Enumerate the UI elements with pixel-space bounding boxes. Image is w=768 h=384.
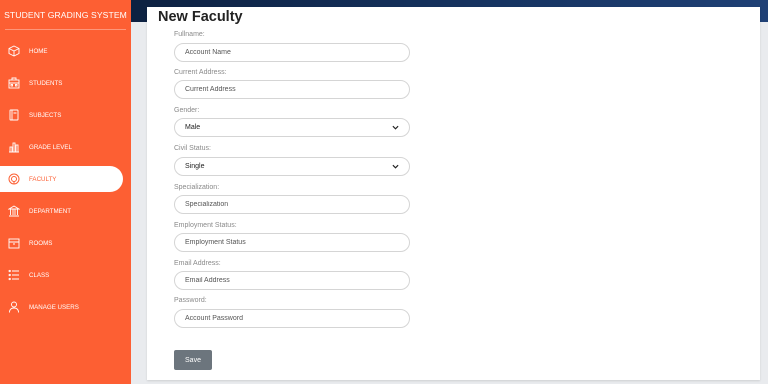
civil-status-label: Civil Status: — [174, 145, 211, 152]
chevron-down-icon — [392, 164, 399, 169]
box-icon — [7, 237, 20, 250]
sidebar-item-label: GRADE LEVEL — [29, 143, 72, 151]
sidebar-item-subjects[interactable]: SUBJECTS — [0, 102, 131, 128]
sidebar-item-students[interactable]: STUDENTS — [0, 70, 131, 96]
fullname-input[interactable] — [174, 43, 410, 62]
address-label: Current Address: — [174, 69, 227, 76]
sidebar-item-label: HOME — [29, 47, 48, 55]
book-icon — [7, 109, 20, 122]
employment-status-input[interactable] — [174, 233, 410, 252]
sidebar-item-grade-level[interactable]: GRADE LEVEL — [0, 134, 131, 160]
sidebar-item-rooms[interactable]: ROOMS — [0, 230, 131, 256]
user-icon — [7, 301, 20, 314]
sidebar-item-label: DEPARTMENT — [29, 207, 72, 215]
sidebar-item-class[interactable]: CLASS — [0, 262, 131, 288]
students-icon — [7, 77, 20, 90]
bar-chart-icon — [7, 141, 20, 154]
sidebar-nav: HOME STUDENTS SUBJECTS GRADE LEVEL FACUL… — [0, 38, 131, 320]
sidebar: STUDENT GRADING SYSTEM HOME STUDENTS SUB… — [0, 0, 131, 384]
civil-status-select[interactable]: Single — [174, 157, 410, 176]
gender-label: Gender: — [174, 107, 200, 114]
new-faculty-form: New Faculty Fullname: Current Address: G… — [147, 7, 760, 380]
sidebar-item-label: STUDENTS — [29, 79, 63, 87]
specialization-label: Specialization: — [174, 184, 220, 191]
sidebar-item-label: ROOMS — [29, 239, 53, 247]
save-button[interactable]: Save — [174, 350, 212, 370]
specialization-input[interactable] — [174, 195, 410, 214]
cube-icon — [7, 45, 20, 58]
password-input[interactable] — [174, 309, 410, 328]
employment-status-label: Employment Status: — [174, 222, 237, 229]
email-label: Email Address: — [174, 260, 221, 267]
sidebar-item-label: FACULTY — [29, 175, 57, 183]
password-label: Password: — [174, 297, 207, 304]
page-title: New Faculty — [158, 9, 243, 25]
sidebar-item-manage-users[interactable]: MANAGE USERS — [0, 294, 131, 320]
app-title: STUDENT GRADING SYSTEM — [4, 0, 127, 30]
gender-selected-value: Male — [185, 124, 201, 131]
gender-select[interactable]: Male — [174, 118, 410, 137]
email-input[interactable] — [174, 271, 410, 290]
faculty-icon — [7, 173, 20, 186]
list-icon — [7, 269, 20, 282]
building-icon — [7, 205, 20, 218]
address-input[interactable] — [174, 80, 410, 99]
sidebar-item-department[interactable]: DEPARTMENT — [0, 198, 131, 224]
sidebar-item-label: CLASS — [29, 271, 50, 279]
sidebar-item-label: MANAGE USERS — [29, 303, 79, 311]
chevron-down-icon — [392, 125, 399, 130]
sidebar-item-home[interactable]: HOME — [0, 38, 131, 64]
sidebar-item-faculty[interactable]: FACULTY — [0, 166, 123, 192]
civil-status-selected-value: Single — [185, 163, 205, 170]
fullname-label: Fullname: — [174, 31, 205, 38]
sidebar-item-label: SUBJECTS — [29, 111, 62, 119]
